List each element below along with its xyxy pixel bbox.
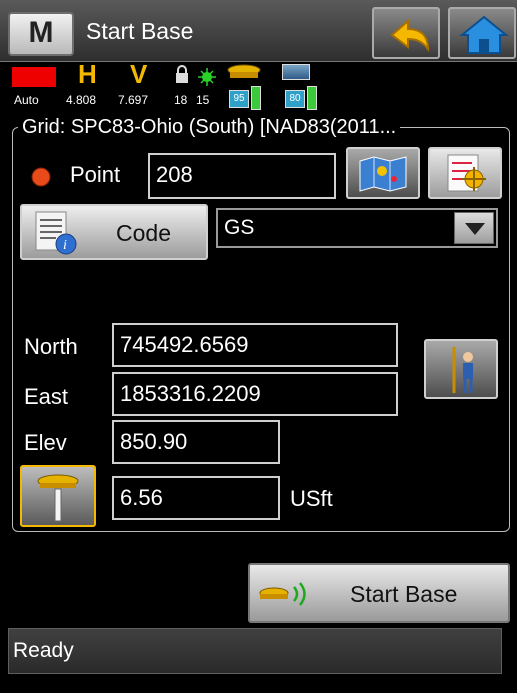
v-precision-label: V bbox=[130, 59, 148, 89]
satellites-tracked: 18 bbox=[174, 93, 188, 107]
v-precision-value: 7.697 bbox=[118, 93, 149, 107]
list-pick-button[interactable] bbox=[428, 147, 502, 199]
controller-battery-icon bbox=[307, 86, 317, 110]
satellite-icon bbox=[198, 68, 216, 86]
measure-button[interactable] bbox=[424, 339, 498, 399]
h-precision-label: H bbox=[78, 59, 97, 89]
code-select[interactable]: GS bbox=[216, 208, 498, 248]
menu-button[interactable]: M bbox=[8, 12, 74, 56]
antenna-height-unit: USft bbox=[290, 486, 333, 511]
receiver-battery-value: 95 bbox=[229, 90, 249, 108]
receiver-icon[interactable] bbox=[226, 62, 262, 84]
code-info-icon: i bbox=[35, 211, 77, 255]
satellites-used: 15 bbox=[196, 93, 210, 107]
back-button[interactable] bbox=[372, 7, 440, 59]
measure-icon bbox=[452, 347, 473, 393]
code-dropdown-button[interactable] bbox=[454, 212, 494, 244]
elev-input[interactable]: 850.90 bbox=[112, 420, 280, 464]
status-text: Ready bbox=[13, 639, 74, 662]
group-title: Grid: SPC83-Ohio (South) [NAD83(2011... bbox=[18, 116, 401, 139]
status-bar: Ready bbox=[8, 628, 502, 674]
map-button[interactable] bbox=[346, 147, 420, 199]
svg-text:i: i bbox=[63, 238, 67, 253]
lock-icon bbox=[176, 65, 188, 83]
window-title: Start Base bbox=[86, 18, 194, 44]
code-button[interactable]: i Code bbox=[20, 204, 208, 260]
title-bar: M Start Base bbox=[0, 0, 517, 62]
home-icon bbox=[459, 15, 509, 54]
status-strip: Auto H 4.808 V 7.697 18 15 95 80 bbox=[0, 59, 517, 112]
list-pick-icon bbox=[447, 154, 486, 192]
controller-icon[interactable] bbox=[282, 64, 310, 80]
point-input[interactable]: 208 bbox=[148, 153, 336, 199]
code-button-label: Code bbox=[116, 220, 171, 246]
point-status-icon bbox=[31, 167, 51, 187]
start-base-button[interactable]: Start Base bbox=[248, 563, 510, 623]
north-label: North bbox=[24, 334, 78, 359]
antenna-height-input[interactable]: 6.56 bbox=[112, 476, 280, 520]
back-arrow-icon bbox=[390, 18, 430, 53]
fix-status-indicator[interactable] bbox=[12, 67, 56, 87]
east-input[interactable]: 1853316.2209 bbox=[112, 372, 398, 416]
menu-icon: M bbox=[28, 16, 54, 49]
radio-signal-icon bbox=[259, 582, 306, 606]
map-icon bbox=[359, 156, 407, 192]
east-label: East bbox=[24, 384, 69, 409]
mode-label: Auto bbox=[14, 93, 39, 107]
instrument-height-button[interactable] bbox=[20, 465, 96, 527]
elev-label: Elev bbox=[24, 430, 67, 455]
battery-icon bbox=[251, 86, 261, 110]
controller-battery-value: 80 bbox=[285, 90, 305, 108]
home-button[interactable] bbox=[448, 7, 516, 59]
instrument-height-icon bbox=[37, 474, 79, 522]
point-label: Point bbox=[70, 162, 121, 187]
code-select-value: GS bbox=[224, 216, 255, 239]
north-input[interactable]: 745492.6569 bbox=[112, 323, 398, 367]
start-base-label: Start Base bbox=[350, 581, 458, 607]
h-precision-value: 4.808 bbox=[66, 93, 97, 107]
dropdown-arrow-icon bbox=[465, 223, 485, 235]
